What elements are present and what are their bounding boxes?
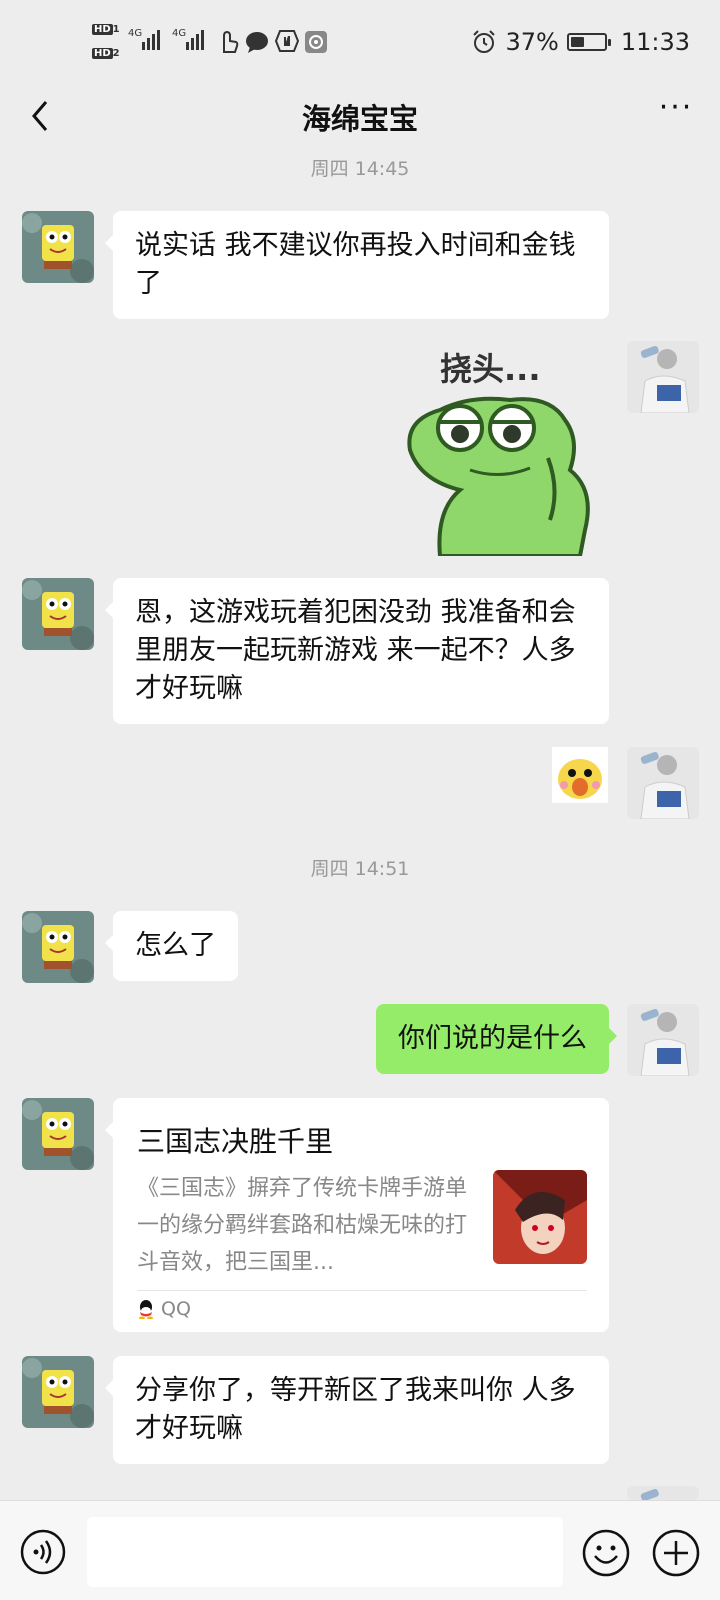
hd-badge-2: HD 2 [92, 48, 120, 59]
message-bubble[interactable]: 怎么了 [105, 911, 238, 981]
message-icon [246, 32, 268, 53]
message-bubble[interactable]: 分享你了，等开新区了我来叫你 人多才好玩嘛 [105, 1356, 609, 1464]
card-description: 《三国志》摒弃了传统卡牌手游单一的缘分羁绊套路和枯燥无味的打斗音效，把三国里..… [137, 1176, 467, 1275]
card-source: QQ [137, 1298, 191, 1320]
message-bubble[interactable]: 说实话 我不建议你再投入时间和金钱了 [105, 211, 609, 319]
signal-icon-2: 4G [172, 28, 204, 50]
status-bar: HD 1 HD 2 4G 4G 37% 11:33 [0, 0, 720, 88]
qq-icon [139, 1300, 153, 1319]
game-thumbnail-image [493, 1170, 587, 1264]
spongebob-avatar-image [22, 1356, 94, 1428]
spongebob-avatar-image [22, 578, 94, 650]
title-bar: 海绵宝宝 ··· [0, 88, 720, 144]
my-avatar[interactable] [627, 341, 699, 413]
user-avatar-image [627, 747, 699, 819]
emoji-icon[interactable] [582, 1529, 630, 1577]
battery-icon [566, 33, 611, 51]
spongebob-avatar-image [22, 911, 94, 983]
contact-avatar[interactable] [22, 1356, 94, 1428]
alarm-icon [473, 30, 496, 53]
contact-avatar[interactable] [22, 1098, 94, 1170]
card-divider [137, 1290, 587, 1291]
voice-icon[interactable] [20, 1529, 66, 1575]
user-avatar-image [627, 1004, 699, 1076]
my-avatar[interactable] [627, 1004, 699, 1076]
clock: 11:33 [620, 28, 690, 56]
status-right: 37% 11:33 [471, 28, 690, 56]
more-icon[interactable]: ··· [656, 93, 696, 136]
card-thumbnail [493, 1170, 587, 1264]
contact-avatar[interactable] [22, 578, 94, 650]
svg-text:4G: 4G [172, 28, 186, 39]
contact-avatar[interactable] [22, 911, 94, 983]
plus-icon[interactable] [652, 1529, 700, 1577]
card-title: 三国志决胜千里 [137, 1125, 334, 1158]
duck-sticker-image[interactable] [552, 747, 608, 803]
my-avatar[interactable] [627, 747, 699, 819]
battery-percent: 37% [505, 28, 559, 56]
app-icon [305, 31, 327, 53]
message-input[interactable] [87, 1517, 563, 1587]
card-source-label: QQ [161, 1298, 191, 1320]
hd-badge-1: HD 1 [92, 24, 120, 35]
shield-icon [274, 30, 300, 52]
frog-sticker-image[interactable]: 挠头... [400, 340, 600, 556]
signal-icon: 4G [128, 28, 160, 50]
spongebob-avatar-image [22, 1098, 94, 1170]
chat-title: 海绵宝宝 [301, 102, 418, 136]
gesture-icon [223, 30, 239, 53]
user-avatar-image [627, 341, 699, 413]
contact-avatar[interactable] [22, 211, 94, 283]
spongebob-avatar-image [22, 211, 94, 283]
shared-link-card[interactable]: 三国志决胜千里 《三国志》摒弃了传统卡牌手游单一的缘分羁绊套路和枯燥无味的打斗音… [105, 1098, 609, 1332]
my-avatar [627, 1486, 699, 1500]
svg-text:4G: 4G [128, 28, 142, 39]
timestamp: 周四 14:45 [310, 158, 410, 180]
input-bar [0, 1500, 720, 1600]
my-message-bubble[interactable]: 你们说的是什么 [376, 1004, 617, 1074]
timestamp: 周四 14:51 [310, 858, 410, 880]
sticker-caption: 挠头... [440, 350, 540, 388]
user-avatar-image [627, 1486, 699, 1500]
message-bubble[interactable]: 恩，这游戏玩着犯困没劲 我准备和会里朋友一起玩新游戏 来一起不？人多才好玩嘛 [105, 578, 609, 724]
